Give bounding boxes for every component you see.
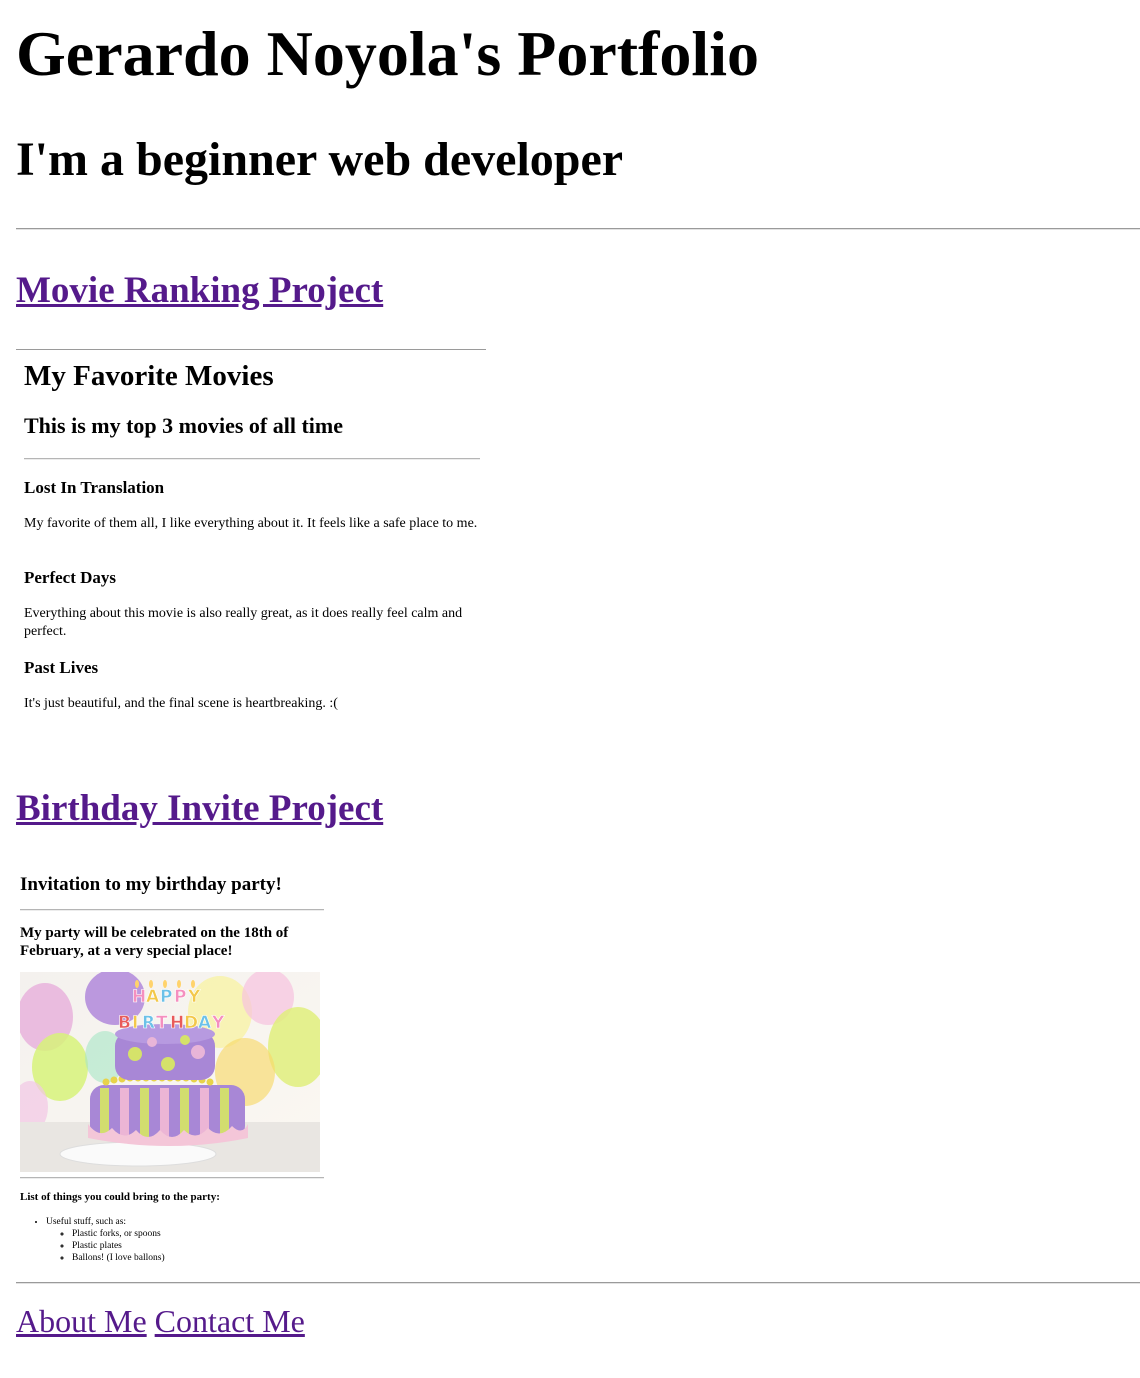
bring-list: Useful stuff, such as: Plastic forks, or… bbox=[20, 1216, 165, 1264]
movie-description: It's just beautiful, and the final scene… bbox=[24, 696, 338, 711]
svg-text:A: A bbox=[198, 1013, 212, 1033]
page-subtitle: I'm a beginner web developer bbox=[16, 133, 624, 186]
list-item: Plastic plates bbox=[72, 1240, 165, 1252]
list-item: Plastic forks, or spoons bbox=[72, 1228, 165, 1240]
about-me-link[interactable]: About Me bbox=[16, 1303, 147, 1339]
svg-text:H: H bbox=[132, 987, 146, 1007]
invite-divider bbox=[20, 1177, 324, 1179]
invite-heading: Invitation to my birthday party! bbox=[20, 874, 282, 895]
birthday-cake-image: H A P P Y B I R T H D A Y bbox=[20, 972, 320, 1172]
svg-text:R: R bbox=[142, 1013, 155, 1033]
header-divider bbox=[16, 228, 1140, 230]
birthday-invite-project-link[interactable]: Birthday Invite Project bbox=[16, 788, 383, 830]
movie-title: Past Lives bbox=[24, 658, 99, 677]
svg-text:A: A bbox=[146, 987, 160, 1007]
footer-divider bbox=[16, 1282, 1140, 1284]
svg-text:P: P bbox=[160, 987, 172, 1007]
svg-text:Y: Y bbox=[187, 987, 201, 1007]
invite-details: My party will be celebrated on the 18th … bbox=[20, 925, 289, 959]
svg-text:B: B bbox=[118, 1013, 131, 1033]
footer-links: About Me Contact Me bbox=[16, 1302, 305, 1340]
svg-text:P: P bbox=[174, 987, 186, 1007]
movie-ranking-project-link[interactable]: Movie Ranking Project bbox=[16, 270, 383, 312]
movie-description: Everything about this movie is also real… bbox=[24, 606, 463, 639]
svg-text:I: I bbox=[132, 1013, 138, 1033]
svg-text:H: H bbox=[170, 1013, 184, 1033]
list-item: Ballons! (I love ballons) bbox=[72, 1252, 165, 1264]
movie-title: Perfect Days bbox=[24, 568, 117, 587]
birthday-invite-preview-frame[interactable]: Invitation to my birthday party! My part… bbox=[16, 860, 326, 1270]
movie-title: Lost In Translation bbox=[24, 478, 165, 497]
sub-list: Plastic forks, or spoons Plastic plates … bbox=[46, 1228, 165, 1264]
svg-text:Y: Y bbox=[211, 1013, 225, 1033]
movie-preview-divider bbox=[24, 458, 480, 460]
svg-text:T: T bbox=[156, 1013, 168, 1033]
movie-preview-subheading: This is my top 3 movies of all time bbox=[24, 413, 343, 438]
movie-preview-heading: My Favorite Movies bbox=[24, 360, 274, 392]
invite-divider bbox=[20, 909, 324, 911]
list-item-label: Useful stuff, such as: bbox=[46, 1217, 127, 1227]
movie-description: My favorite of them all, I like everythi… bbox=[24, 516, 478, 531]
movie-ranking-preview-frame[interactable]: My Favorite Movies This is my top 3 movi… bbox=[16, 349, 486, 740]
svg-text:D: D bbox=[184, 1013, 198, 1033]
contact-me-link[interactable]: Contact Me bbox=[155, 1303, 305, 1339]
bring-list-heading: List of things you could bring to the pa… bbox=[20, 1191, 220, 1203]
list-item: Useful stuff, such as: Plastic forks, or… bbox=[46, 1216, 165, 1264]
page-title: Gerardo Noyola's Portfolio bbox=[16, 18, 759, 89]
